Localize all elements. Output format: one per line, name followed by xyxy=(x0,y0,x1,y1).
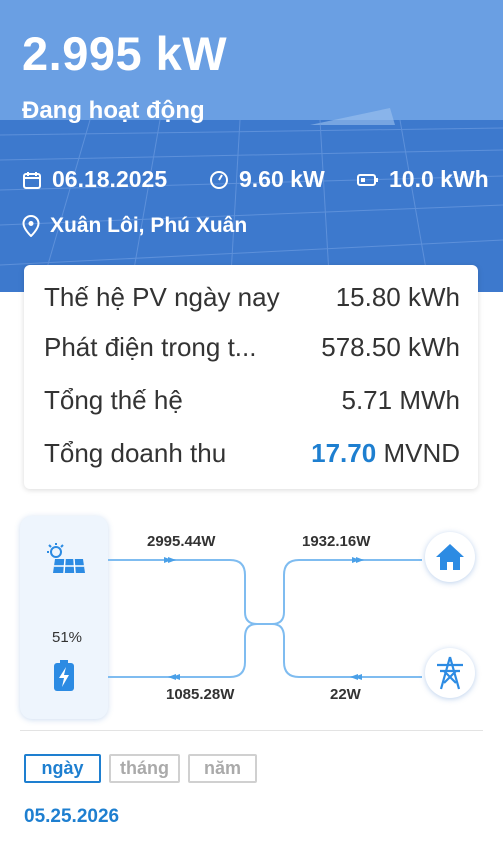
battery-capacity-value: 10.0 kWh xyxy=(389,166,489,192)
pv-flow-label: 2995.44W xyxy=(147,533,216,550)
revenue-number: 17.70 xyxy=(311,438,377,468)
location: Xuân Lôi, Phú Xuân xyxy=(22,214,247,238)
location-pin-icon xyxy=(22,215,40,237)
stat-value: 578.50 kWh xyxy=(321,332,460,362)
selected-date[interactable]: 05.25.2026 xyxy=(24,806,119,828)
stat-pv-today: Thế hệ PV ngày nay 15.80 kWh xyxy=(44,282,460,314)
stat-label: Phát điện trong t... xyxy=(44,332,257,362)
date-value: 06.18.2025 xyxy=(52,166,168,192)
gauge-icon xyxy=(210,170,228,189)
stat-label: Tổng thế hệ xyxy=(44,385,183,415)
battery-info: 10.0 kWh xyxy=(357,166,489,193)
home-icon xyxy=(436,544,464,570)
grid-node[interactable] xyxy=(425,648,475,698)
grid-flow-label: 22W xyxy=(330,686,361,703)
divider xyxy=(20,730,483,731)
solar-panel-icon xyxy=(47,543,85,574)
stat-label: Thế hệ PV ngày nay xyxy=(44,282,280,312)
current-power: 2.995 kW xyxy=(22,27,228,80)
battery-icon xyxy=(357,173,378,186)
stat-total-revenue: Tổng doanh thu 17.70 MVND xyxy=(44,438,460,470)
battery-flow-label: 1085.28W xyxy=(166,686,235,703)
battery-charging-icon xyxy=(54,660,74,691)
battery-percent: 51% xyxy=(52,629,83,646)
tab-month[interactable]: tháng xyxy=(109,754,180,783)
stat-generation-period: Phát điện trong t... 578.50 kWh xyxy=(44,332,460,364)
location-value: Xuân Lôi, Phú Xuân xyxy=(50,214,248,237)
capacity-value: 9.60 kW xyxy=(239,166,325,192)
power-tower-icon xyxy=(437,656,463,690)
stats-card: Thế hệ PV ngày nay 15.80 kWh Phát điện t… xyxy=(24,265,478,489)
date-info: 06.18.2025 xyxy=(22,166,167,193)
tab-day[interactable]: ngày xyxy=(24,754,101,783)
tab-year[interactable]: năm xyxy=(188,754,257,783)
capacity-info: 9.60 kW xyxy=(209,166,325,193)
stat-value: 17.70 MVND xyxy=(311,438,460,469)
flow-line-pv xyxy=(108,559,272,625)
energy-flow-diagram xyxy=(108,557,422,680)
flow-line-grid xyxy=(271,623,422,678)
stat-value: 5.71 MWh xyxy=(341,385,461,415)
meta-row: 06.18.2025 9.60 kW 10.0 kWh xyxy=(0,166,503,194)
stat-total-generation: Tổng thế hệ 5.71 MWh xyxy=(44,385,460,417)
flow-arrows xyxy=(164,557,364,680)
home-node[interactable] xyxy=(425,532,475,582)
calendar-icon xyxy=(23,171,41,189)
stat-value: 15.80 kWh xyxy=(335,282,460,312)
stat-label: Tổng doanh thu xyxy=(44,438,227,468)
revenue-unit: MVND xyxy=(383,438,460,468)
home-flow-label: 1932.16W xyxy=(302,533,371,550)
operating-status: Đang hoạt động xyxy=(22,97,205,124)
flow-line-battery xyxy=(108,623,258,678)
hero-banner: 2.995 kW Đang hoạt động 06.18.2025 9.60 … xyxy=(0,0,503,292)
flow-line-home xyxy=(271,559,422,625)
